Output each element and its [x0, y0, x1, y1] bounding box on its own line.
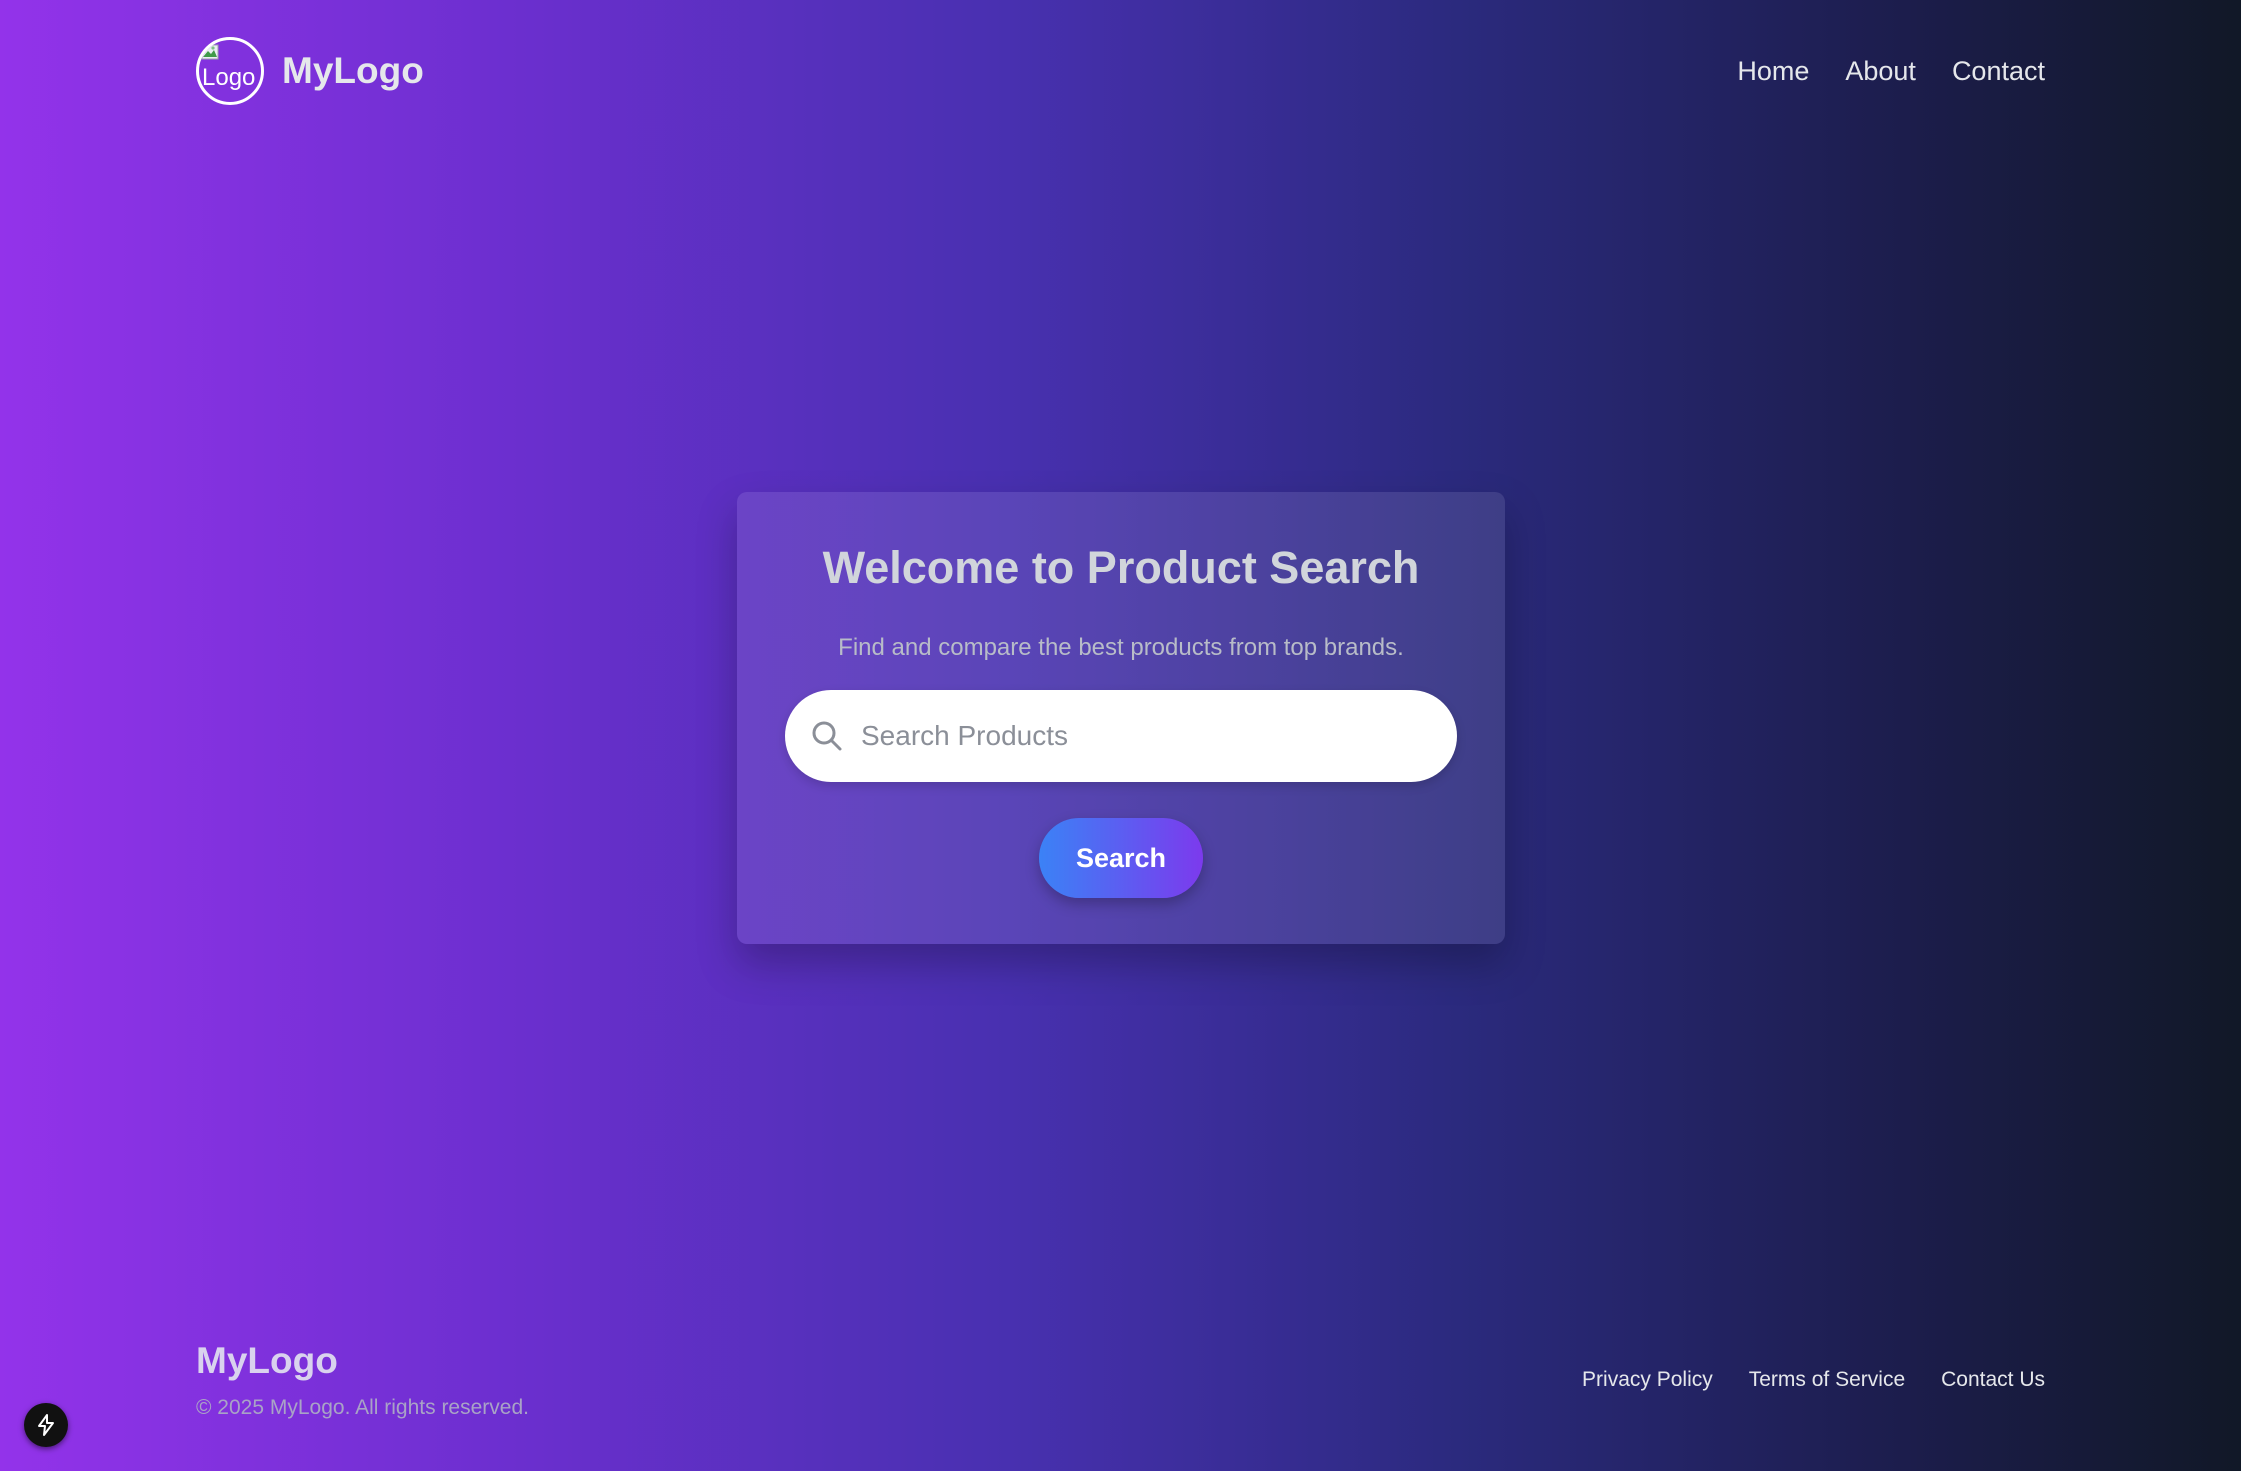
site-header: Logo MyLogo Home About Contact	[196, 34, 2045, 108]
search-card: Welcome to Product Search Find and compa…	[737, 492, 1505, 944]
lightning-icon	[38, 1414, 54, 1436]
main-nav: Home About Contact	[1737, 56, 2045, 87]
brand-name[interactable]: MyLogo	[282, 50, 424, 92]
footer-brand: MyLogo	[196, 1340, 338, 1381]
page-title: Welcome to Product Search	[822, 542, 1420, 593]
logo-alt-text: Logo	[202, 64, 256, 91]
search-icon	[812, 721, 842, 751]
search-input[interactable]	[859, 719, 1423, 753]
footer-contact-link[interactable]: Contact Us	[1941, 1368, 2045, 1392]
broken-image-icon	[201, 44, 219, 60]
search-box[interactable]	[785, 690, 1457, 782]
nav-contact-link[interactable]: Contact	[1952, 56, 2045, 87]
nav-home-link[interactable]: Home	[1737, 56, 1809, 87]
footer-privacy-link[interactable]: Privacy Policy	[1582, 1368, 1713, 1392]
footer-links: Privacy Policy Terms of Service Contact …	[1582, 1368, 2045, 1392]
nav-about-link[interactable]: About	[1845, 56, 1916, 87]
dev-tools-badge[interactable]	[24, 1403, 68, 1447]
brand[interactable]: Logo MyLogo	[196, 37, 424, 105]
page-subtitle: Find and compare the best products from …	[838, 634, 1404, 661]
footer-copyright: © 2025 MyLogo. All rights reserved.	[196, 1396, 529, 1419]
footer-terms-link[interactable]: Terms of Service	[1749, 1368, 1905, 1392]
logo-image[interactable]: Logo	[196, 37, 264, 105]
search-button[interactable]: Search	[1039, 818, 1203, 898]
